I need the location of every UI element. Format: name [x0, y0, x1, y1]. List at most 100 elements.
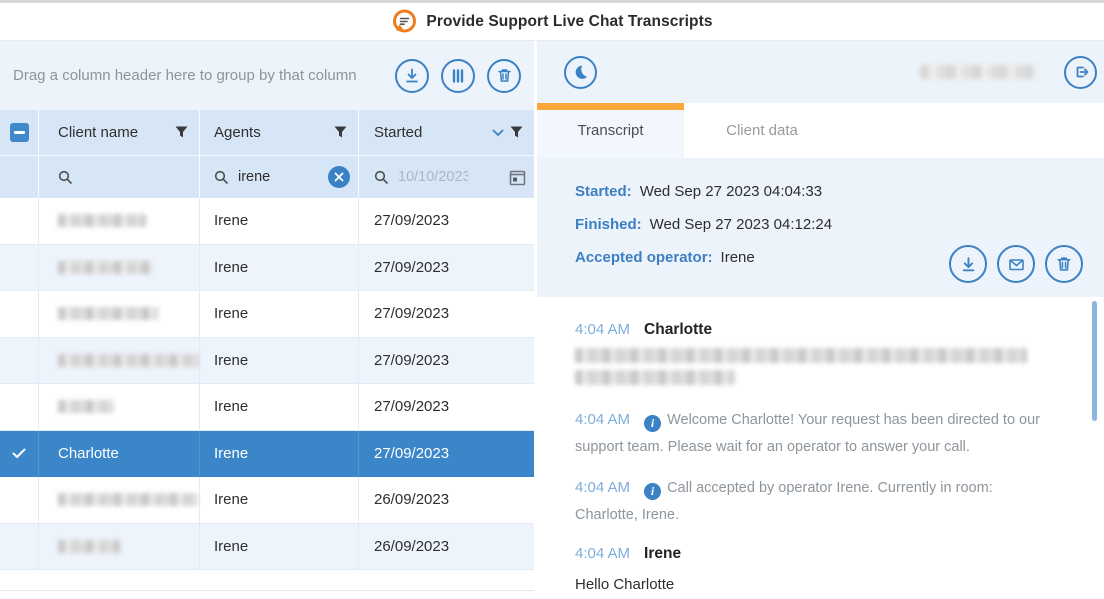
redacted-client-name — [58, 214, 146, 227]
clear-filter-button[interactable] — [328, 166, 350, 188]
message-time: 4:04 AM — [575, 321, 630, 338]
redacted-message-body — [575, 348, 1044, 385]
redacted-client-name — [58, 400, 114, 413]
row-checkbox[interactable] — [0, 338, 38, 384]
agent-cell: Irene — [199, 338, 358, 384]
row-checkbox[interactable] — [0, 524, 38, 570]
started-cell: 27/09/2023 — [358, 198, 534, 244]
client-name-cell — [38, 524, 199, 570]
started-cell: 27/09/2023 — [358, 338, 534, 384]
page-title: Provide Support Live Chat Transcripts — [426, 13, 712, 31]
download-icon — [403, 67, 421, 85]
app-window: Provide Support Live Chat Transcripts Dr… — [0, 0, 1104, 599]
grid-filter-row — [0, 155, 534, 198]
table-row[interactable]: Irene 27/09/2023 — [0, 384, 534, 431]
client-name-cell — [38, 198, 199, 244]
trash-icon — [1055, 255, 1073, 273]
redacted-client-name — [58, 261, 153, 274]
agent-cell: Irene — [199, 291, 358, 337]
filter-funnel-icon[interactable] — [334, 126, 347, 139]
app-header: Provide Support Live Chat Transcripts — [0, 0, 1104, 41]
started-cell: 27/09/2023 — [358, 245, 534, 291]
row-checkbox[interactable] — [0, 291, 38, 337]
panel-tabs: Transcript Client data — [537, 103, 1104, 158]
client-name-filter-input[interactable] — [82, 169, 152, 185]
agents-filter-input[interactable] — [238, 169, 308, 185]
panel-top-bar — [537, 41, 1104, 103]
table-row[interactable]: Irene 27/09/2023 — [0, 245, 534, 292]
group-by-hint: Drag a column header here to group by th… — [13, 67, 383, 84]
transcripts-grid-panel: Drag a column header here to group by th… — [0, 41, 537, 599]
row-checkbox[interactable] — [0, 384, 38, 430]
redacted-client-name — [58, 540, 120, 553]
chat-message: 4:04 AM Irene Hello Charlotte — [575, 545, 1044, 598]
agent-cell: Irene — [199, 477, 358, 523]
table-row[interactable]: Irene 27/09/2023 — [0, 338, 534, 385]
filter-funnel-icon[interactable] — [175, 126, 188, 139]
row-checkbox-checked[interactable] — [0, 431, 38, 477]
grid-header-row: Client name Agents Started — [0, 110, 534, 155]
search-icon — [214, 170, 229, 185]
table-row-selected[interactable]: Charlotte Irene 27/09/2023 — [0, 431, 534, 478]
logout-button[interactable] — [1064, 56, 1097, 89]
column-header-started[interactable]: Started — [358, 110, 534, 155]
search-icon — [58, 170, 73, 185]
grid-body: Irene 27/09/2023 Irene 27/09/2023 Irene … — [0, 198, 534, 590]
delete-selected-button[interactable] — [487, 59, 521, 93]
sort-descending-icon[interactable] — [492, 129, 504, 137]
delete-transcript-button[interactable] — [1045, 245, 1083, 283]
grid-toolbar: Drag a column header here to group by th… — [0, 41, 534, 110]
chat-transcript[interactable]: 4:04 AM Charlotte 4:04 AM iWelcome Charl… — [537, 297, 1104, 599]
grid-footer: Total: 5421 — [0, 590, 534, 599]
column-chooser-button[interactable] — [441, 59, 475, 93]
table-row[interactable]: Irene 27/09/2023 — [0, 198, 534, 245]
client-name-cell — [38, 338, 199, 384]
tab-transcript[interactable]: Transcript — [537, 103, 684, 158]
redacted-client-name — [58, 307, 158, 320]
meta-started: Started:Wed Sep 27 2023 04:04:33 — [575, 183, 1104, 200]
tab-client-data[interactable]: Client data — [684, 103, 840, 158]
info-icon: i — [644, 483, 661, 500]
filter-funnel-icon[interactable] — [510, 126, 523, 139]
table-row[interactable]: Irene 27/09/2023 — [0, 291, 534, 338]
dark-mode-toggle[interactable] — [564, 56, 597, 89]
trash-icon — [496, 67, 513, 84]
redacted-account-name — [920, 65, 1038, 79]
select-all-checkbox[interactable] — [0, 110, 38, 155]
started-filter — [358, 156, 534, 198]
agent-cell: Irene — [199, 384, 358, 430]
export-download-button[interactable] — [395, 59, 429, 93]
vertical-scrollbar[interactable] — [1092, 301, 1097, 421]
table-row[interactable]: Irene 26/09/2023 — [0, 477, 534, 524]
redacted-client-name — [58, 354, 199, 367]
calendar-icon[interactable] — [509, 169, 526, 186]
active-tab-indicator — [537, 103, 684, 110]
column-header-agents[interactable]: Agents — [199, 110, 358, 155]
started-filter-input[interactable] — [398, 169, 468, 185]
client-name-cell — [38, 384, 199, 430]
download-icon — [959, 255, 978, 274]
redacted-client-name — [58, 493, 198, 506]
row-checkbox[interactable] — [0, 477, 38, 523]
message-author: Charlotte — [644, 321, 712, 339]
email-transcript-button[interactable] — [997, 245, 1035, 283]
client-name-cell — [38, 477, 199, 523]
check-icon — [12, 448, 26, 459]
checkbox-indeterminate-icon — [10, 123, 29, 142]
row-checkbox[interactable] — [0, 245, 38, 291]
transcript-meta: Started:Wed Sep 27 2023 04:04:33 Finishe… — [537, 158, 1104, 297]
client-name-cell: Charlotte — [38, 431, 199, 477]
chat-message: 4:04 AM Charlotte — [575, 321, 1044, 385]
moon-icon — [572, 63, 590, 81]
row-checkbox[interactable] — [0, 198, 38, 244]
client-name-cell — [38, 291, 199, 337]
agents-filter — [199, 156, 358, 198]
mail-icon — [1007, 255, 1026, 274]
system-message: 4:04 AM iWelcome Charlotte! Your request… — [575, 406, 1044, 461]
column-header-client-name[interactable]: Client name — [38, 110, 199, 155]
download-transcript-button[interactable] — [949, 245, 987, 283]
message-time: 4:04 AM — [575, 545, 630, 562]
table-row[interactable]: Irene 26/09/2023 — [0, 524, 534, 571]
logout-icon — [1072, 63, 1090, 81]
columns-icon — [450, 68, 466, 84]
